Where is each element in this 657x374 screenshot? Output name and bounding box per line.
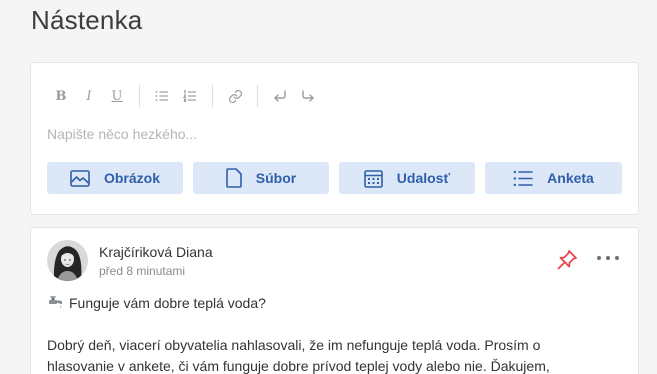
dot — [606, 256, 610, 260]
editor-toolbar: B I U — [47, 85, 322, 107]
post-body: Dobrý deň, viacerí obyvatelia nahlasoval… — [47, 337, 550, 374]
bullet-list-button[interactable] — [148, 85, 176, 107]
post-composer: B I U Napište něco hezkého... Obrázok Sú… — [30, 62, 639, 215]
underline-icon: U — [111, 88, 123, 104]
toolbar-divider — [139, 85, 140, 107]
undo-button[interactable] — [266, 85, 294, 107]
avatar[interactable] — [47, 240, 88, 281]
bold-icon: B — [55, 88, 67, 104]
post-headline-text: Funguje vám dobre teplá voda? — [69, 295, 266, 311]
attach-file-button[interactable]: Súbor — [193, 162, 329, 194]
link-button[interactable] — [221, 85, 249, 107]
calendar-icon — [363, 169, 383, 188]
post-author[interactable]: Krajčíriková Diana — [99, 244, 213, 260]
image-icon — [70, 169, 90, 187]
dot — [615, 256, 619, 260]
underline-button[interactable]: U — [103, 85, 131, 107]
italic-button[interactable]: I — [75, 85, 103, 107]
attach-poll-button[interactable]: Anketa — [485, 162, 622, 194]
attach-image-button[interactable]: Obrázok — [47, 162, 183, 194]
redo-icon — [302, 90, 314, 102]
file-icon — [225, 168, 242, 188]
post-text-input[interactable] — [47, 123, 617, 145]
redo-button[interactable] — [294, 85, 322, 107]
page-title: Nástenka — [31, 5, 143, 35]
bullet-list-icon — [155, 91, 168, 101]
toolbar-divider — [212, 85, 213, 107]
faucet-icon — [49, 296, 62, 308]
link-icon — [228, 89, 242, 103]
pin-button[interactable] — [556, 249, 578, 276]
undo-icon — [274, 90, 286, 102]
attach-file-label: Súbor — [255, 170, 297, 186]
attach-event-label: Udalosť — [396, 170, 451, 186]
italic-icon: I — [86, 88, 92, 104]
bold-button[interactable]: B — [47, 85, 75, 107]
numbered-list-icon — [183, 90, 196, 102]
attach-poll-label: Anketa — [547, 170, 594, 186]
post-headline: Funguje vám dobre teplá voda? — [47, 294, 266, 312]
list-icon — [513, 170, 533, 186]
numbered-list-button[interactable] — [176, 85, 204, 107]
attach-image-label: Obrázok — [103, 170, 160, 186]
attach-event-button[interactable]: Udalosť — [339, 162, 475, 194]
toolbar-divider — [257, 85, 258, 107]
pin-icon — [557, 250, 577, 270]
post-card: Krajčíriková Diana před 8 minutami Fungu… — [30, 227, 639, 374]
more-options-button[interactable] — [597, 256, 619, 260]
post-timestamp: před 8 minutami — [99, 264, 186, 278]
dot — [597, 256, 601, 260]
